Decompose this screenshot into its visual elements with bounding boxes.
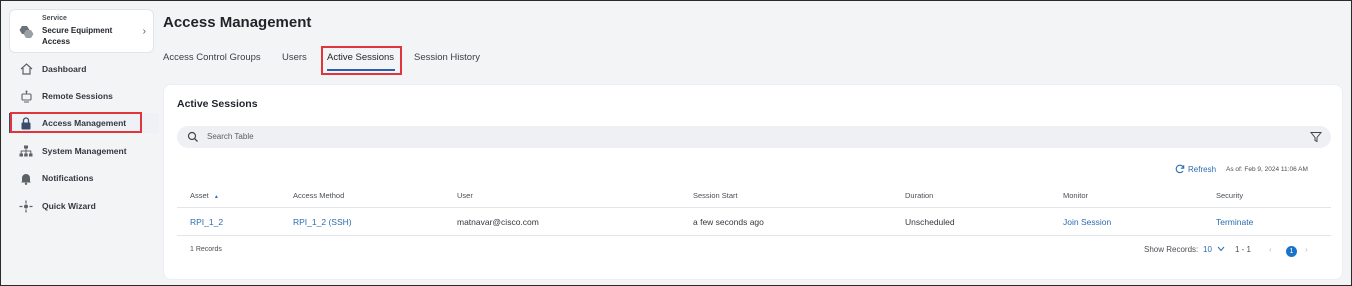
sidebar-item-label: Quick Wizard [42,201,96,211]
service-switcher[interactable]: Service Secure Equipment Access › [9,9,154,53]
chevron-right-icon: › [142,26,146,37]
wizard-icon [19,199,33,213]
column-header-user[interactable]: User [457,191,473,200]
show-records-label: Show Records: [1144,245,1199,254]
row-divider [177,235,1331,236]
search-icon [187,131,198,142]
sidebar-item-quick-wizard[interactable]: Quick Wizard [9,196,159,216]
tab-access-control-groups[interactable]: Access Control Groups [163,52,261,63]
user-cell: matnavar@cisco.com [457,217,539,227]
column-header-label: Asset [190,191,209,200]
tab-session-history[interactable]: Session History [414,52,480,63]
header-divider [177,207,1331,208]
sidebar-item-system-management[interactable]: System Management [9,141,159,161]
column-header-session-start[interactable]: Session Start [693,191,738,200]
sidebar-item-label: Notifications [42,173,94,183]
refresh-icon [1175,164,1185,174]
refresh-label: Refresh [1188,164,1217,174]
page-title: Access Management [163,14,312,31]
duration-cell: Unscheduled [905,217,955,227]
sidebar-highlight-box [10,112,142,133]
column-header-access-method[interactable]: Access Method [293,191,344,200]
tab-users[interactable]: Users [282,52,307,63]
tab-highlight-box [321,46,402,75]
sidebar-item-remote-sessions[interactable]: Remote Sessions [9,86,159,106]
sidebar-item-notifications[interactable]: Notifications [9,168,159,188]
range-label: 1 - 1 [1235,245,1252,254]
sessions-card: Active Sessions Search Table Refresh As … [163,84,1343,280]
sidebar-item-label: System Management [42,146,127,156]
card-title: Active Sessions [177,98,258,110]
app-window: Service Secure Equipment Access › Dashbo… [0,0,1352,286]
chevron-right-icon[interactable]: › [1305,245,1308,254]
records-count: 1 Records [190,246,222,253]
column-header-duration[interactable]: Duration [905,191,933,200]
sidebar-item-dashboard[interactable]: Dashboard [9,59,159,79]
refresh-button[interactable]: Refresh [1175,164,1216,174]
column-header-monitor: Monitor [1063,191,1089,200]
asset-link[interactable]: RPI_1_2 [190,217,223,227]
service-name: Secure Equipment Access [42,26,113,46]
show-records-select[interactable]: 10 [1203,245,1225,254]
sidebar-item-label: Dashboard [42,64,87,74]
filter-icon[interactable] [1310,131,1322,143]
join-session-link[interactable]: Join Session [1063,217,1111,227]
sort-ascending-icon: ▲ [213,194,219,200]
remote-sessions-icon [19,89,33,103]
service-hex-icon [19,26,34,38]
sidebar-item-label: Remote Sessions [42,91,113,101]
home-icon [19,62,33,76]
column-header-security: Security [1216,191,1244,200]
terminate-link[interactable]: Terminate [1216,217,1253,227]
chevron-down-icon [1217,246,1225,252]
search-input[interactable]: Search Table [207,132,254,141]
access-method-link[interactable]: RPI_1_2 (SSH) [293,217,352,227]
sidebar: Service Secure Equipment Access › Dashbo… [3,3,159,285]
chevron-left-icon[interactable]: ‹ [1269,245,1272,254]
bell-icon [19,171,33,185]
session-start-cell: a few seconds ago [693,217,764,227]
page-button-current[interactable]: 1 [1286,246,1297,257]
show-records-value: 10 [1203,245,1212,254]
search-bar[interactable]: Search Table [177,126,1331,148]
service-kicker: Service [42,15,67,22]
as-of-timestamp: As of: Feb 9, 2024 11:06 AM [1226,166,1308,173]
network-icon [19,144,33,158]
column-header-asset[interactable]: Asset ▲ [190,191,219,200]
